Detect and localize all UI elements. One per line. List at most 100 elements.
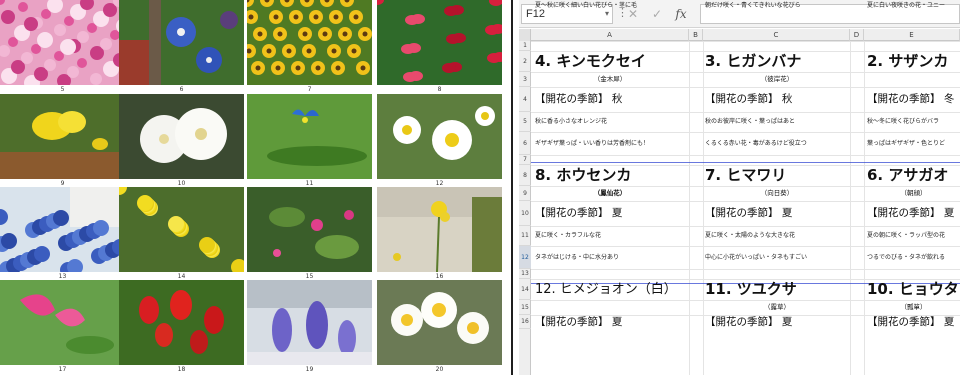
photo-number-label: 10 [177,180,186,187]
flower-title: 4. キンモクセイ [535,52,646,70]
photo-grid-panel: 5 6 7 8 9 10 11 12 13 14 15 16 17 18 19 20 [0,0,505,375]
row-header-10[interactable]: 10 [519,201,531,226]
flower-title: 10. ヒョウタ [867,280,959,298]
gridline-vertical [864,41,865,375]
gridline-vertical [689,41,690,375]
gridline-horizontal [531,155,960,156]
photo-number-label: 6 [179,86,184,93]
row-header-6[interactable]: 6 [519,132,531,155]
photo-number-label: 13 [58,273,67,280]
flower-kanji-name: （露草） [764,303,790,311]
row-headers: 1 2 3 4 5 6 7 8 9 10 11 12 13 14 15 16 [519,41,531,375]
row-header-16[interactable]: 16 [519,315,531,329]
flower-kanji-name: （向日葵） [760,189,794,197]
flower-title: 7. ヒマワリ [705,166,787,184]
row-header-3[interactable]: 3 [519,72,531,87]
photo-number-label: 12 [435,180,444,187]
flower-photo [119,280,244,365]
flower-title: 6. アサガオ [867,166,949,184]
bloom-season: 【開花の季節】 夏 [867,207,955,219]
description-line-1: 秋〜冬に咲く花びらがバラ [867,118,940,125]
photo-number-label: 16 [435,273,444,280]
description-line-2: 葉っぱはギザギザ・色とりど [867,140,946,147]
flower-title: 12. ヒメジョオン（白） [535,282,677,297]
flower-photo [119,0,244,85]
row-header-13[interactable]: 13 [519,269,531,279]
column-header-b[interactable]: B [689,29,703,41]
row-header-15[interactable]: 15 [519,300,531,315]
photo-number-label: 9 [60,180,65,187]
flower-photo [247,0,372,85]
name-box-value: F12 [526,8,545,20]
row-header-9[interactable]: 9 [519,186,531,201]
photo-number-label: 11 [305,180,314,187]
flower-photo [119,94,244,179]
gridline-horizontal [531,269,960,270]
column-header-e[interactable]: E [864,29,960,41]
description-line-1: 夏〜秋に咲く細い白い花びら・茎に毛 [535,2,638,9]
photo-number-label: 19 [305,366,314,373]
bloom-season: 【開花の季節】 夏 [705,316,793,328]
row-header-11[interactable]: 11 [519,226,531,246]
description-line-1: 夏に白い夜咲きの花・ユニー [867,2,946,9]
bloom-season: 【開花の季節】 夏 [867,316,955,328]
description-line-1: 朝だけ咲く・青くてきれいな花びら [705,2,801,9]
chevron-down-icon[interactable]: ▾ [605,9,609,18]
flower-title: 11. ツユクサ [705,280,797,298]
bloom-season: 【開花の季節】 夏 [705,207,793,219]
photo-number-label: 14 [177,273,186,280]
row-header-5[interactable]: 5 [519,112,531,132]
photo-number-label: 17 [58,366,67,373]
description-line-1: 秋のお彼岸に咲く・葉っぱはあと [705,118,796,125]
description-line-1: 夏の朝に咲く・ラッパ型の花 [867,232,946,239]
bloom-season: 【開花の季節】 夏 [535,207,623,219]
page-break-line [531,162,960,163]
flower-photo [377,187,502,272]
bloom-season: 【開花の季節】 秋 [535,93,623,105]
bloom-season: 【開花の季節】 秋 [705,93,793,105]
gridline-vertical [703,41,704,375]
select-all-corner[interactable] [519,29,531,41]
photo-number-label: 7 [307,86,312,93]
description-line-2: ギザギザ葉っぱ・いい香りは芳香剤にも！ [535,140,650,147]
row-header-1[interactable]: 1 [519,41,531,51]
description-line-1: 夏に咲く・太陽のような大きな花 [705,232,796,239]
flower-photo [119,187,244,272]
flower-title: 3. ヒガンバナ [705,52,802,70]
flower-photo [247,94,372,179]
flower-title: 2. サザンカ [867,52,949,70]
photo-number-label: 5 [60,86,65,93]
gridline-horizontal [531,41,960,42]
row-header-4[interactable]: 4 [519,87,531,112]
column-header-a[interactable]: A [531,29,689,41]
flower-kanji-name: （彼岸花） [760,75,794,83]
flower-kanji-name: （金木犀） [593,75,627,83]
flower-title: 8. ホウセンカ [535,166,632,184]
description-line-2: タネがはじける・中に水分あり [535,254,620,261]
flower-photo [247,280,372,365]
row-header-14[interactable]: 14 [519,279,531,300]
gridline-vertical [850,41,851,375]
photo-number-label: 8 [437,86,442,93]
bloom-season: 【開花の季節】 夏 [535,316,623,328]
photo-number-label: 20 [435,366,444,373]
flower-photo [0,187,125,272]
row-header-8[interactable]: 8 [519,165,531,186]
flower-photo [377,94,502,179]
flower-photo [377,0,502,85]
description-line-2: 中心に小花がいっぱい・タネもすごい [705,254,808,261]
row-header-7[interactable]: 7 [519,155,531,165]
column-header-c[interactable]: C [703,29,850,41]
flower-photo [247,187,372,272]
bloom-season: 【開花の季節】 冬 [867,93,955,105]
row-header-12[interactable]: 12 [519,246,531,269]
flower-photo [0,280,125,365]
flower-kanji-name: （朝顔） [900,189,927,197]
column-header-d[interactable]: D [850,29,864,41]
row-header-2[interactable]: 2 [519,51,531,72]
flower-photo [0,0,125,85]
flower-kanji-name: （鳳仙花） [593,189,627,197]
split-divider[interactable] [511,0,513,375]
description-line-1: 秋に香る小さなオレンジ花 [535,118,608,125]
description-line-1: 夏に咲く・カラフルな花 [535,232,602,239]
